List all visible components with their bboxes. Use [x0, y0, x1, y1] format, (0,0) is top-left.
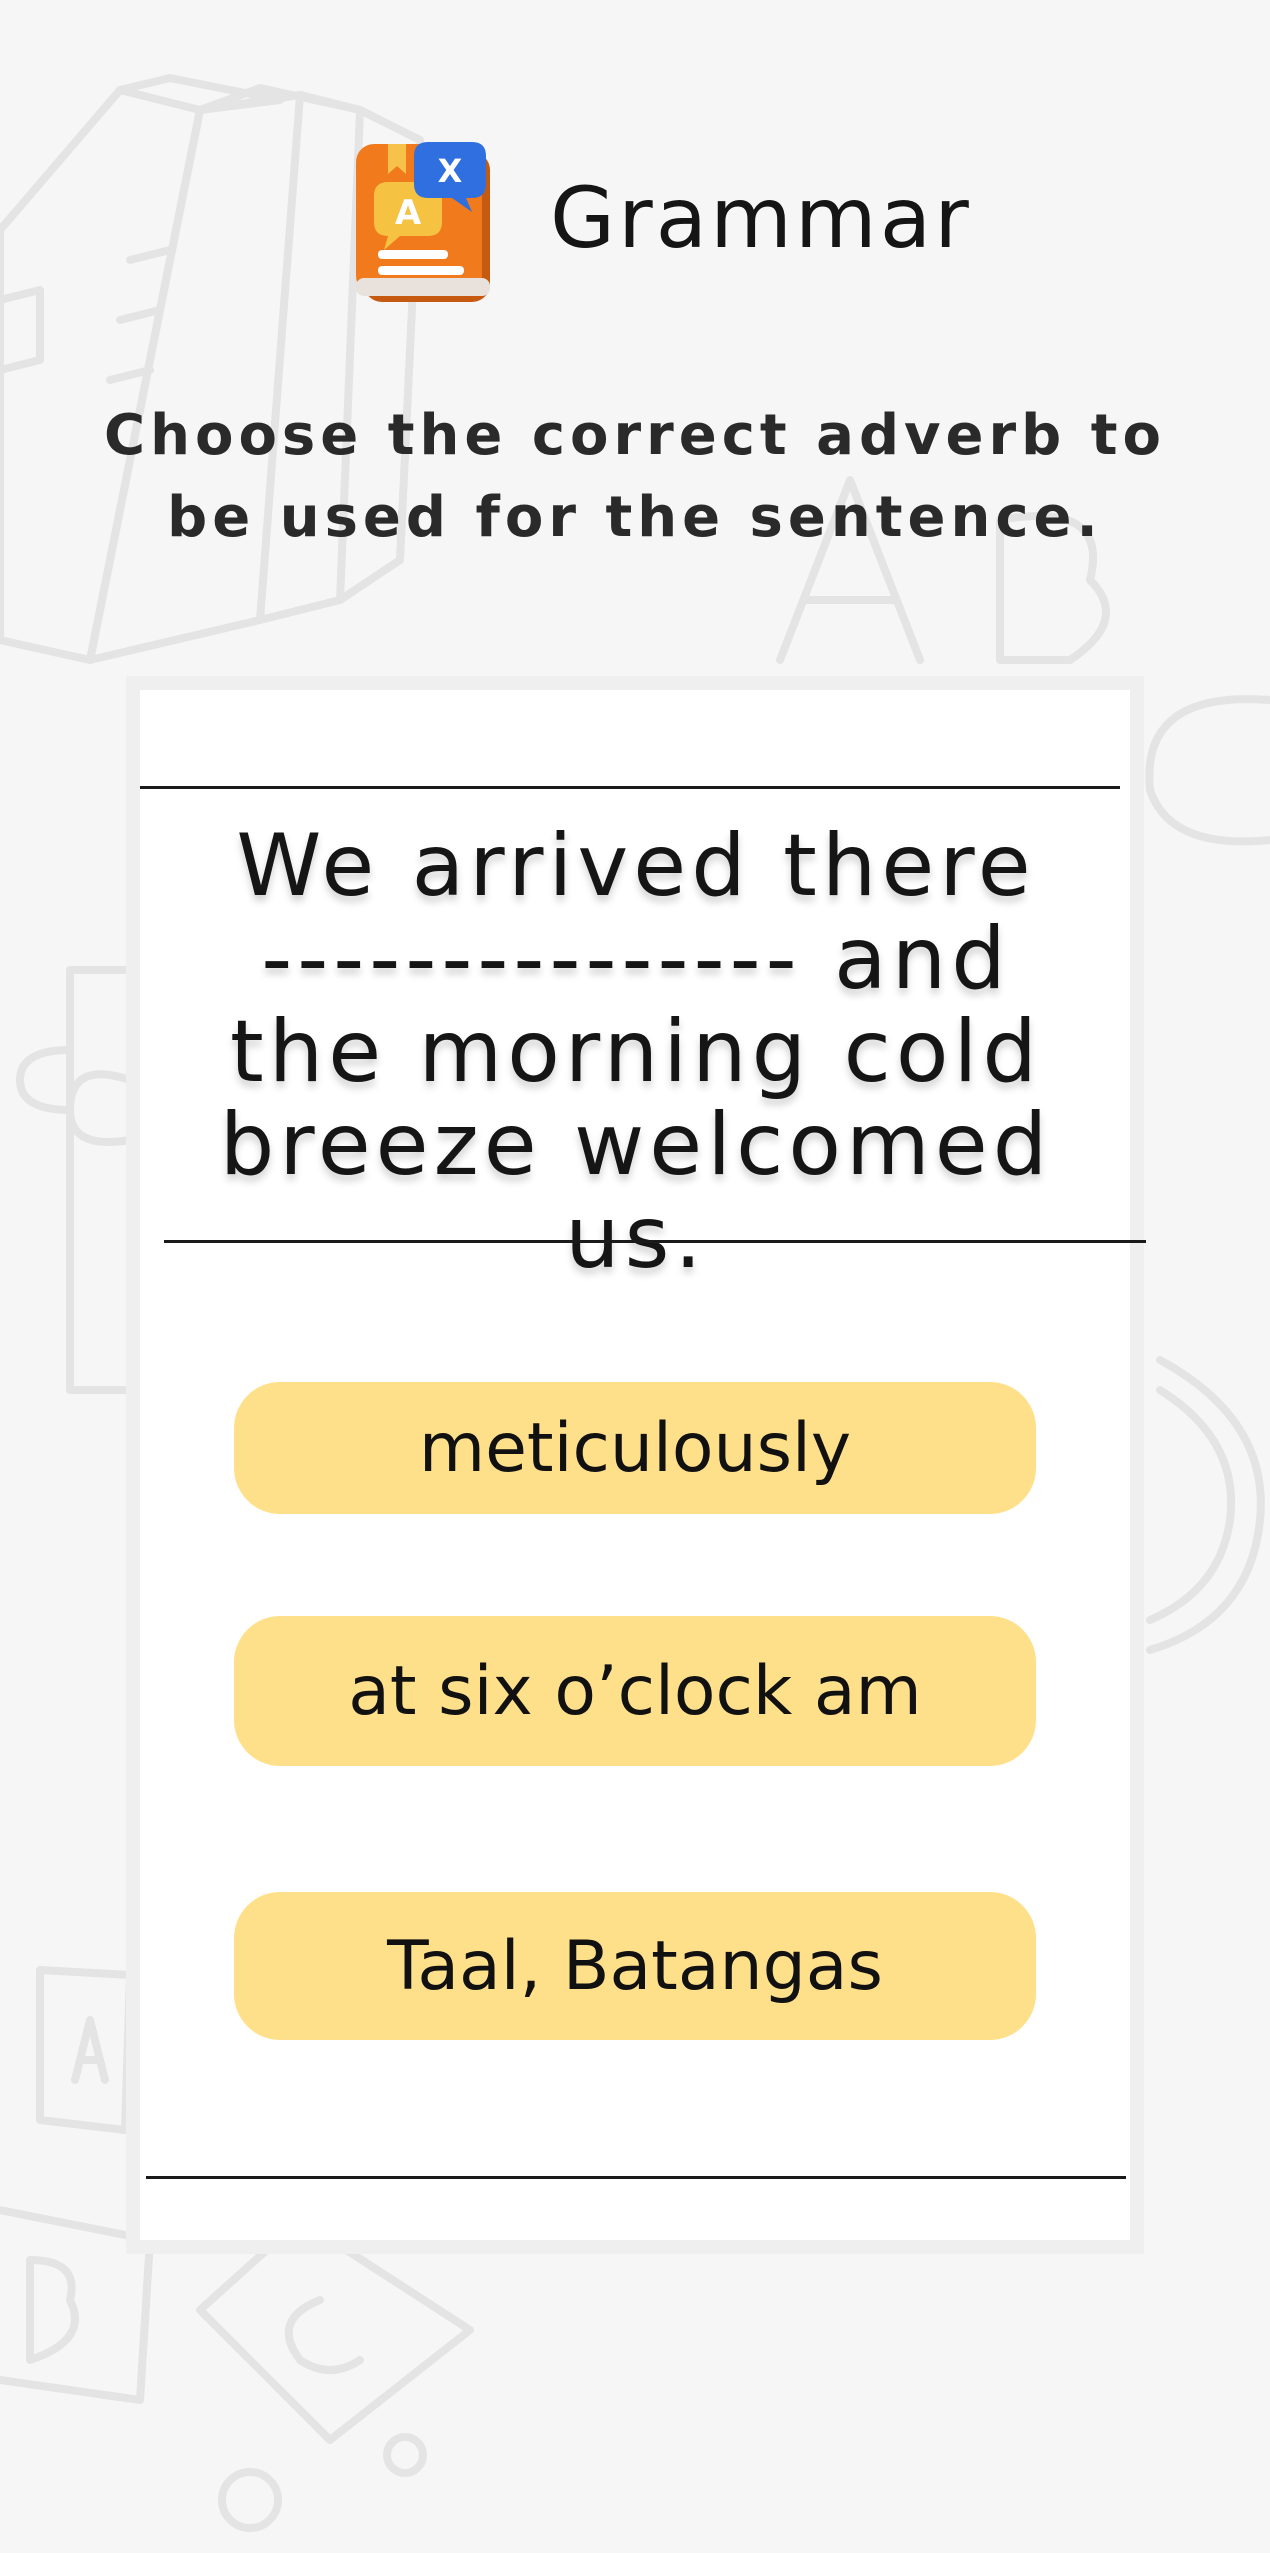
question-sentence: We arrived there --------------- and the… [219, 816, 1053, 1288]
divider-middle [164, 1240, 1146, 1243]
grammar-book-icon: A X [356, 142, 490, 302]
divider-bottom [146, 2176, 1126, 2179]
answer-option-2[interactable]: at six o’clock am [234, 1616, 1036, 1766]
svg-text:A: A [395, 193, 422, 233]
page-title: Grammar [550, 169, 972, 267]
header: A X Grammar [0, 138, 1270, 308]
answer-option-1[interactable]: meticulously [234, 1382, 1036, 1514]
answer-option-3[interactable]: Taal, Batangas [234, 1892, 1036, 2040]
divider-top [140, 786, 1120, 789]
svg-text:X: X [438, 152, 463, 190]
instruction-text: Choose the correct adverb to be used for… [104, 403, 1166, 550]
